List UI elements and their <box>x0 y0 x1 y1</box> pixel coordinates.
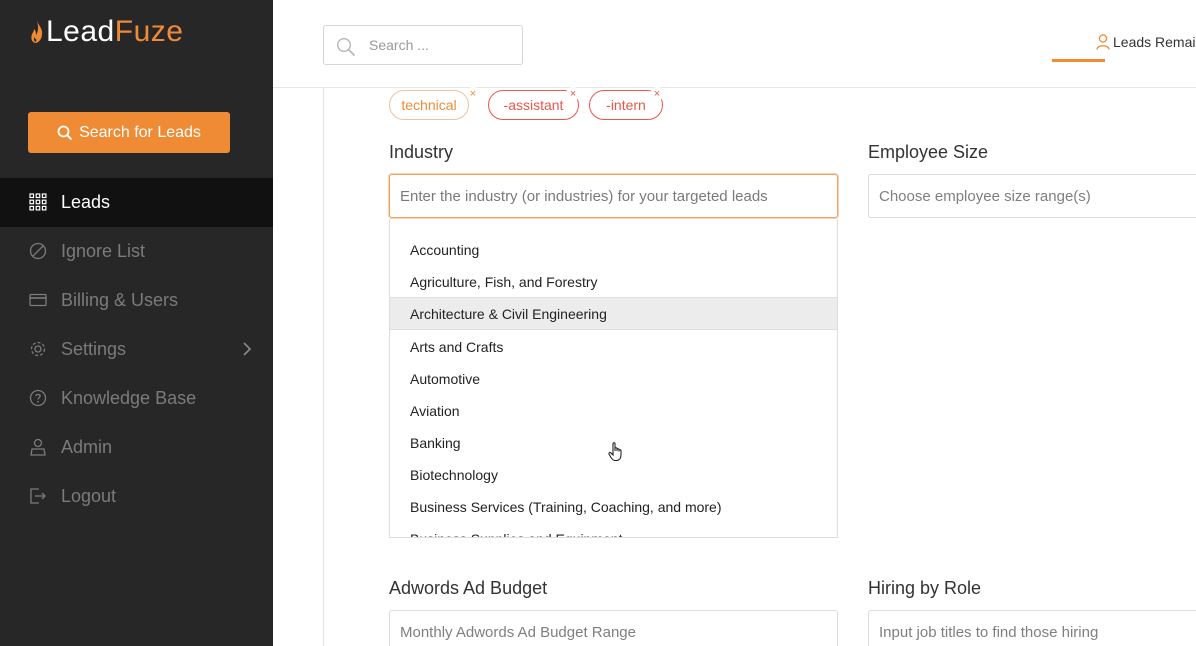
filters-panel: technical × -assistant × -intern × Indus… <box>273 87 1196 646</box>
credit-card-icon <box>29 293 47 307</box>
logo-text-fuze: Fuze <box>114 15 184 48</box>
industry-input[interactable] <box>400 187 837 205</box>
adwords-budget-input[interactable] <box>400 623 837 641</box>
tag-label: technical <box>401 97 457 113</box>
sidebar-item-ignore-list[interactable]: Ignore List <box>0 227 273 276</box>
employee-size-label: Employee Size <box>868 142 989 162</box>
chevron-right-icon <box>243 342 252 356</box>
tag-label: -intern <box>606 97 646 113</box>
sidebar-item-label: Knowledge Base <box>61 388 197 408</box>
active-tab-underline <box>1052 59 1105 62</box>
global-search[interactable] <box>323 25 523 65</box>
industry-option[interactable]: Arts and Crafts <box>390 331 837 363</box>
employee-size-input[interactable] <box>879 187 1196 205</box>
search-for-leads-label: Search for Leads <box>79 123 201 141</box>
industry-option[interactable]: Biotechnology <box>390 459 837 491</box>
gear-icon <box>30 341 46 357</box>
industry-option[interactable]: Business Services (Training, Coaching, a… <box>390 491 837 523</box>
sidebar-item-billing-users[interactable]: Billing & Users <box>0 276 273 325</box>
tag-chip[interactable]: -intern × <box>589 87 664 120</box>
sidebar-item-label: Settings <box>61 339 127 359</box>
industry-field[interactable] <box>389 174 838 218</box>
leads-remaining-indicator[interactable]: Leads Remai <box>1096 34 1196 50</box>
tag-remove-button[interactable]: × <box>466 87 480 101</box>
adwords-budget-label: Adwords Ad Budget <box>389 578 548 598</box>
flame-icon <box>31 21 43 43</box>
hiring-by-role-field[interactable] <box>868 610 1196 646</box>
industry-option[interactable]: Aviation <box>390 395 837 427</box>
panel-divider <box>323 88 324 646</box>
tag-chip[interactable]: technical × <box>389 87 480 120</box>
adwords-budget-field[interactable] <box>389 610 838 646</box>
search-for-leads-button[interactable]: Search for Leads <box>28 112 230 153</box>
ignore-icon <box>29 242 47 260</box>
logout-icon <box>30 488 46 504</box>
tag-chip[interactable]: -assistant × <box>488 87 580 120</box>
sidebar-item-leads[interactable]: Leads <box>0 178 273 227</box>
logo-text-lead: Lead <box>46 15 115 48</box>
employee-size-field[interactable] <box>868 174 1196 218</box>
user-icon <box>1096 34 1110 50</box>
tag-label: -assistant <box>503 97 564 113</box>
sidebar-item-knowledge-base[interactable]: Knowledge Base <box>0 374 273 423</box>
hand-pointer-icon <box>608 442 622 461</box>
hiring-by-role-input[interactable] <box>879 623 1196 641</box>
leadfuze-logo[interactable]: Lead Fuze <box>30 14 183 50</box>
sidebar-item-label: Admin <box>61 437 113 457</box>
tag-remove-button[interactable]: × <box>566 87 580 101</box>
industry-option[interactable]: Architecture & Civil Engineering <box>390 297 837 330</box>
sidebar: Lead Fuze Search for Leads Leads Ignore L <box>0 0 273 646</box>
sidebar-item-label: Logout <box>61 486 117 506</box>
industry-option[interactable]: Business Supplies and Equipment <box>390 523 837 537</box>
tag-remove-button[interactable]: × <box>650 87 664 101</box>
industry-dropdown: Accounting Agriculture, Fish, and Forest… <box>389 219 838 538</box>
sidebar-item-label: Leads <box>61 192 111 212</box>
leads-remaining-label: Leads Remai <box>1113 34 1196 50</box>
industry-label: Industry <box>389 142 454 162</box>
hiring-by-role-label: Hiring by Role <box>868 578 982 598</box>
industry-option[interactable]: Agriculture, Fish, and Forestry <box>390 266 837 298</box>
industry-option[interactable]: Automotive <box>390 363 837 395</box>
sidebar-item-logout[interactable]: Logout <box>0 472 273 521</box>
top-header: Leads Remai <box>273 0 1196 88</box>
sidebar-item-label: Billing & Users <box>61 290 179 310</box>
search-input[interactable] <box>369 35 514 55</box>
grid-icon <box>29 193 47 211</box>
question-circle-icon <box>29 389 47 407</box>
industry-option[interactable]: Accounting <box>390 234 837 266</box>
search-icon <box>336 37 356 57</box>
admin-icon <box>30 438 46 456</box>
app-window: Lead Fuze Search for Leads Leads Ignore L <box>0 0 1196 646</box>
sidebar-item-admin[interactable]: Admin <box>0 423 273 472</box>
search-icon <box>57 125 73 140</box>
sidebar-nav: Leads Ignore List Billing & Users Settin… <box>0 178 273 521</box>
sidebar-item-label: Ignore List <box>61 241 146 261</box>
sidebar-item-settings[interactable]: Settings <box>0 325 273 374</box>
